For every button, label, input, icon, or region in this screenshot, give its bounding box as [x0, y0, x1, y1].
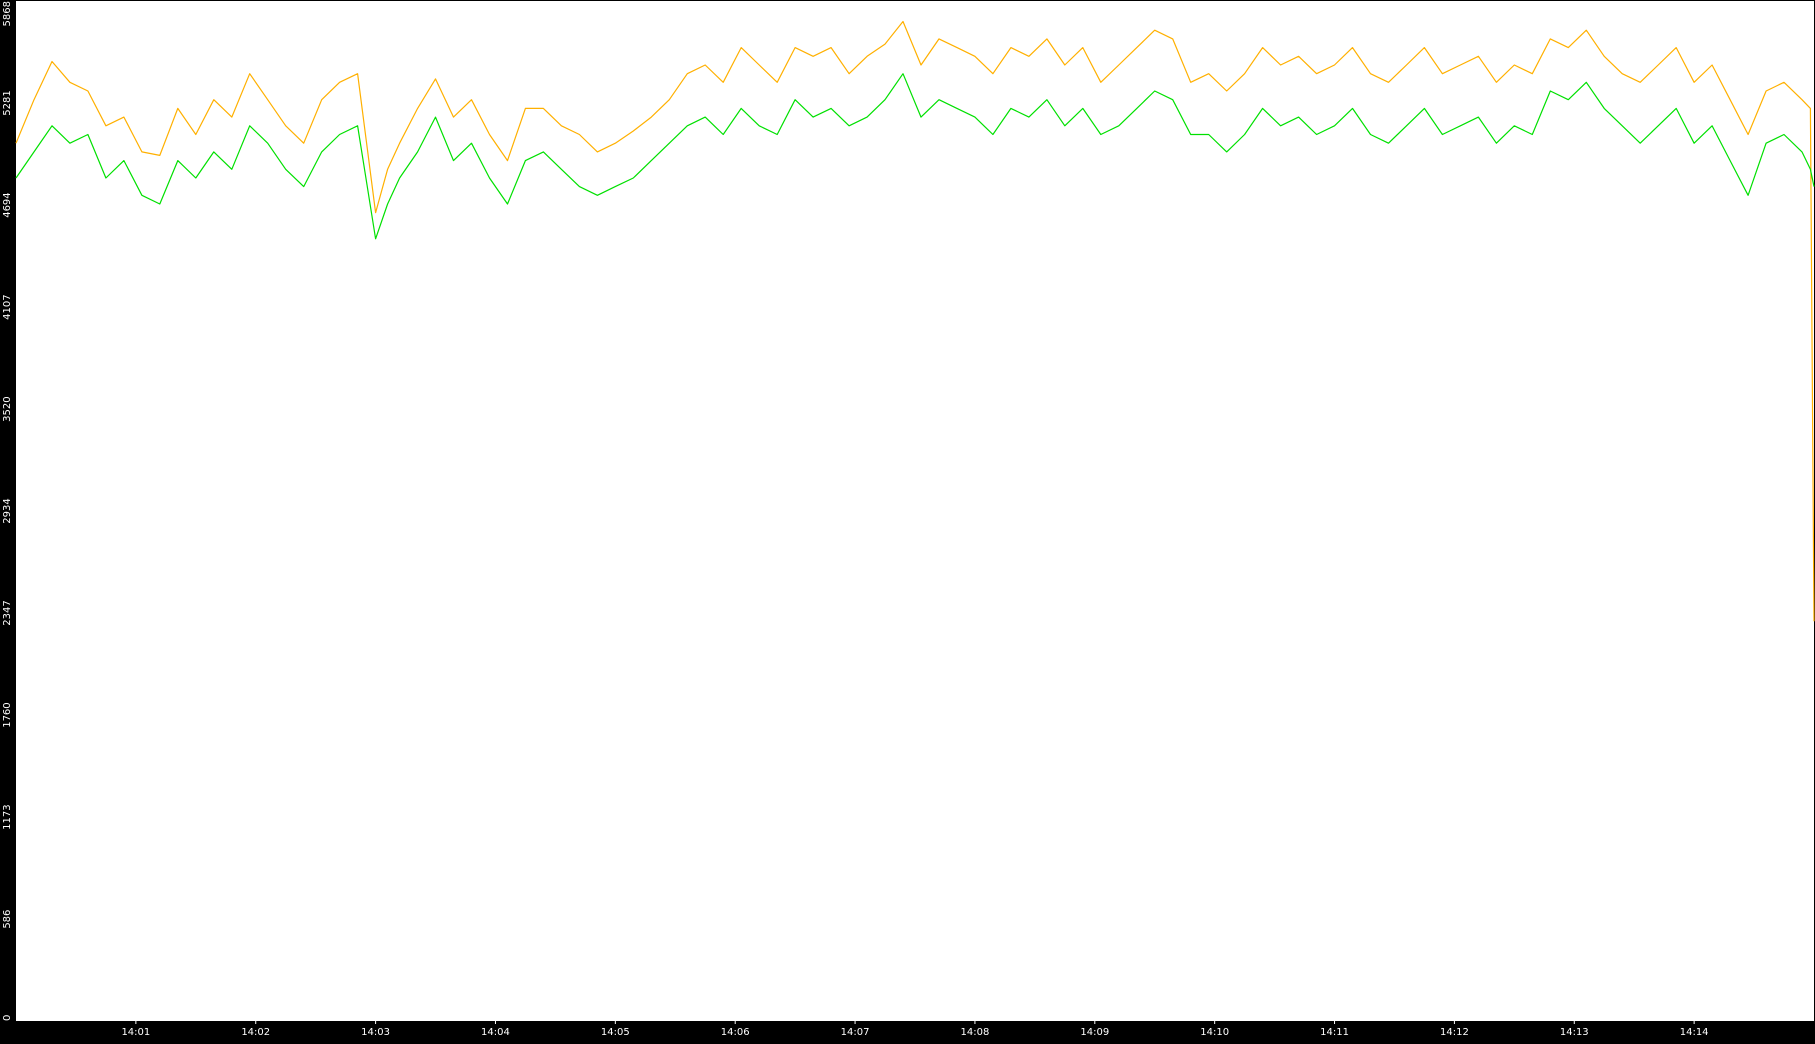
y-tick-label: 5868: [2, 1, 13, 26]
x-tick-label: 14:02: [241, 1027, 270, 1038]
x-tick-label: 14:06: [721, 1027, 750, 1038]
x-tick-label: 14:10: [1200, 1027, 1229, 1038]
x-tick-label: 14:05: [601, 1027, 630, 1038]
y-tick-label: 0: [2, 1015, 13, 1021]
y-tick-label: 586: [2, 910, 13, 929]
x-tick-label: 14:08: [961, 1027, 990, 1038]
x-tick-label: 14:09: [1080, 1027, 1109, 1038]
x-tick-label: 14:13: [1560, 1027, 1589, 1038]
x-tick-label: 14:04: [481, 1027, 510, 1038]
y-tick-label: 4107: [2, 294, 13, 319]
x-tick-label: 14:11: [1320, 1027, 1349, 1038]
line-chart: 0 586 1173 1760 2347 2934 3520 4107 4694 5281 5868…: [0, 0, 1815, 1039]
x-tick-label: 14:01: [121, 1027, 150, 1038]
x-tick-label: 14:14: [1680, 1027, 1709, 1038]
x-tick-label: 14:07: [841, 1027, 870, 1038]
chart-window: 0 586 1173 1760 2347 2934 3520 4107 4694 5281 5868…: [0, 0, 1815, 1039]
x-tick-label: 14:03: [361, 1027, 390, 1038]
y-tick-label: 4694: [2, 192, 13, 217]
x-tick-label: 14:12: [1440, 1027, 1469, 1038]
y-tick-label: 2347: [2, 600, 13, 625]
y-tick-label: 1760: [2, 702, 13, 727]
y-tick-label: 3520: [2, 396, 13, 421]
y-tick-label: 2934: [2, 498, 13, 523]
plot-area: [16, 1, 1814, 1021]
y-tick-label: 1173: [2, 804, 13, 829]
y-tick-label: 5281: [2, 90, 13, 115]
